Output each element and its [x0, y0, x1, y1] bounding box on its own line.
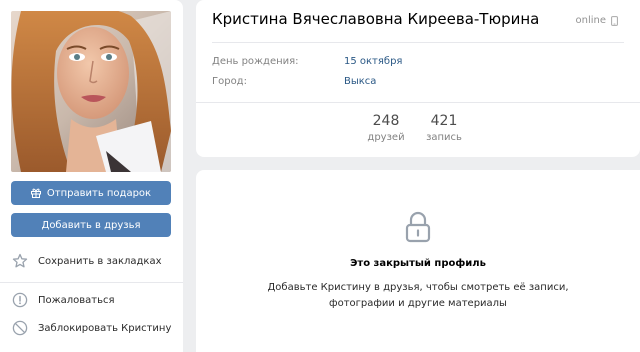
- private-description: Добавьте Кристину в друзья, чтобы смотре…: [196, 280, 640, 312]
- profile-info-card: Кристина Вячеславовна Киреева-Тюрина onl…: [196, 0, 640, 157]
- friends-label: друзей: [367, 132, 405, 143]
- name-divider: [212, 42, 624, 43]
- private-profile-card: Это закрытый профиль Добавьте Кристину в…: [196, 170, 640, 352]
- friends-count: 248: [372, 113, 400, 129]
- profile-page: Отправить подарок Добавить в друзья Сохр…: [0, 0, 640, 352]
- posts-count: 421: [430, 113, 458, 129]
- actions-divider: [0, 282, 183, 283]
- avatar-photo: [11, 11, 171, 172]
- bookmark-label: Сохранить в закладках: [38, 255, 162, 267]
- online-label: online: [575, 15, 606, 26]
- profile-name: Кристина Вячеславовна Киреева-Тюрина: [212, 10, 540, 28]
- phone-icon: [611, 15, 618, 26]
- add-friend-button[interactable]: Добавить в друзья: [11, 213, 171, 237]
- avatar[interactable]: [11, 11, 171, 172]
- block-action[interactable]: Заблокировать Кристину: [12, 319, 180, 337]
- report-label: Пожаловаться: [38, 294, 115, 306]
- warning-icon: [12, 292, 28, 308]
- gift-icon: [30, 188, 41, 198]
- lock-icon: [405, 211, 431, 243]
- private-text-line-2: фотографии и другие материалы: [329, 298, 507, 309]
- profile-sidebar: Отправить подарок Добавить в друзья Сохр…: [0, 0, 183, 352]
- online-status: online: [575, 15, 618, 26]
- send-gift-label: Отправить подарок: [46, 187, 152, 199]
- add-friend-label: Добавить в друзья: [41, 219, 141, 231]
- posts-label: запись: [426, 132, 462, 143]
- send-gift-button[interactable]: Отправить подарок: [11, 181, 171, 205]
- private-text-line-1: Добавьте Кристину в друзья, чтобы смотре…: [267, 282, 569, 293]
- block-icon: [12, 320, 28, 336]
- birthday-label: День рождения:: [212, 56, 299, 67]
- star-icon: [12, 253, 28, 268]
- bookmark-action[interactable]: Сохранить в закладках: [12, 252, 180, 270]
- city-value[interactable]: Выкса: [344, 76, 376, 87]
- report-action[interactable]: Пожаловаться: [12, 291, 180, 309]
- posts-counter[interactable]: 421 запись: [418, 113, 470, 143]
- friends-counter[interactable]: 248 друзей: [360, 113, 412, 143]
- private-title: Это закрытый профиль: [350, 258, 486, 269]
- block-label: Заблокировать Кристину: [38, 322, 172, 334]
- counters-divider: [196, 102, 640, 103]
- city-label: Город:: [212, 76, 247, 87]
- birthday-value[interactable]: 15 октября: [344, 56, 402, 67]
